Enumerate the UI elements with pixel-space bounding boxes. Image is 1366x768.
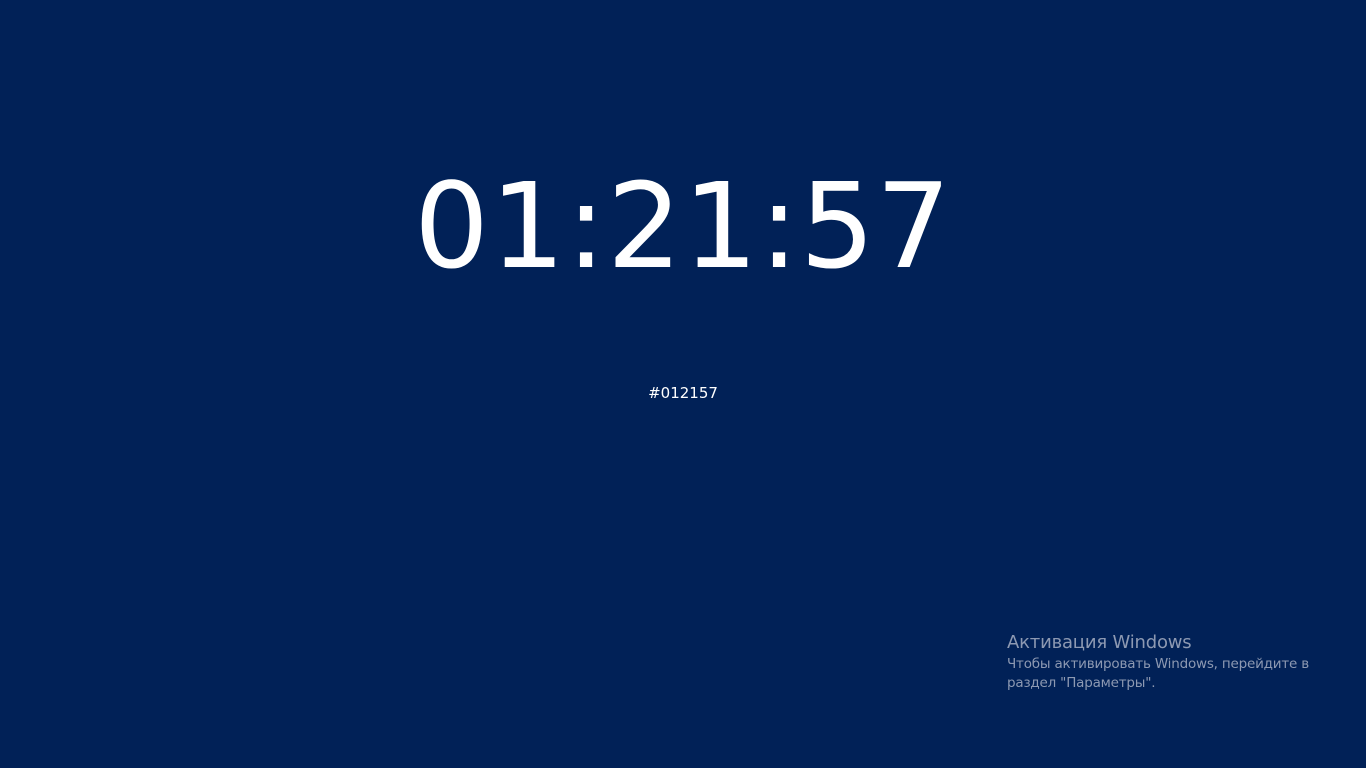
screensaver-screen: { "clock": { "time": "01:21:57" }, "colo…	[0, 0, 1366, 768]
activation-title: Активация Windows	[1007, 632, 1192, 653]
hex-color-label: #012157	[648, 384, 718, 402]
windows-activation-watermark: Активация Windows Чтобы активировать Win…	[1007, 631, 1347, 693]
activation-text-line2: раздел "Параметры".	[1007, 675, 1156, 691]
clock-time: 01:21:57	[414, 157, 952, 295]
activation-text-line1: Чтобы активировать Windows, перейдите в	[1007, 656, 1309, 672]
